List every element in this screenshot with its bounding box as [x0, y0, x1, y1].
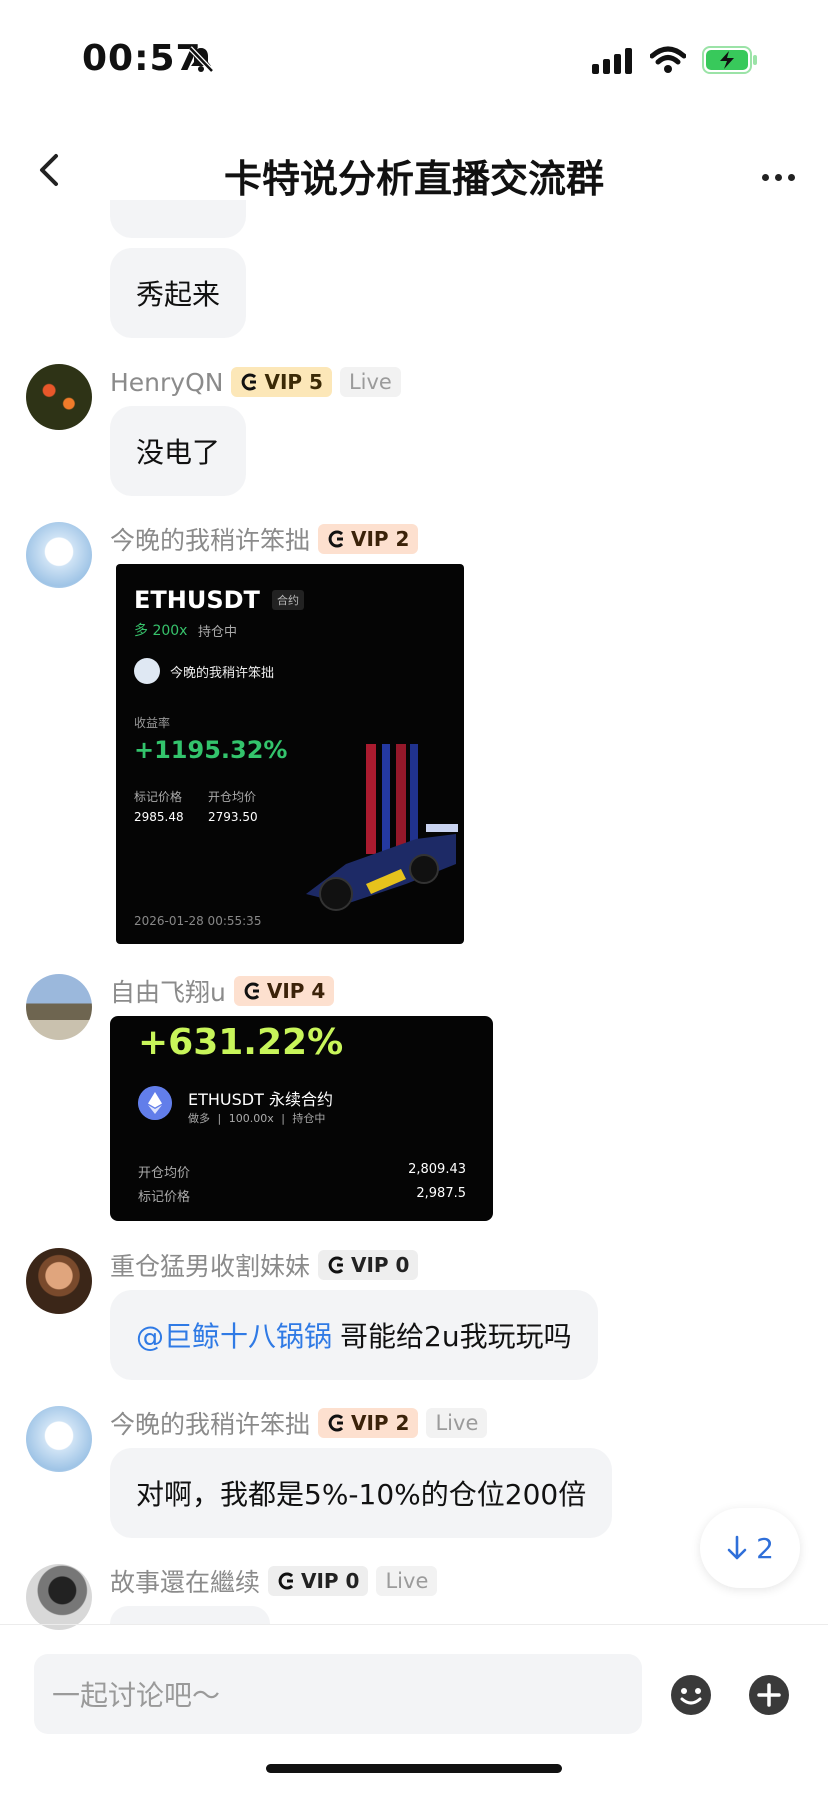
vip-badge: VIP 0: [318, 1250, 419, 1280]
sender-name[interactable]: 今晚的我稍许笨拙: [110, 1405, 310, 1441]
vip-badge: VIP 2: [318, 524, 419, 554]
sender-name[interactable]: 故事還在繼续: [110, 1563, 260, 1599]
status-time: 00:57: [82, 38, 202, 79]
position-share-card[interactable]: ETHUSDT 合约 多 200x 持仓中 今晚的我稍许笨拙 收益率 +1195…: [116, 564, 464, 944]
sender-name[interactable]: HenryQN: [110, 368, 223, 397]
vip-badge: VIP 0: [268, 1566, 369, 1596]
chat-title: 卡特说分析直播交流群: [223, 157, 604, 201]
vip-badge: VIP 5: [231, 367, 332, 397]
avatar[interactable]: [26, 364, 92, 430]
message-text: 秀起来: [136, 278, 221, 311]
vip-logo-icon: [278, 1572, 294, 1590]
vip-logo-icon: [328, 1414, 344, 1432]
mark-price-value: 2,987.5: [416, 1186, 466, 1201]
roi-value: +631.22%: [138, 1022, 344, 1063]
sender-row: 今晚的我稍许笨拙 VIP 2: [110, 521, 419, 557]
card-pair: ETHUSDT: [134, 586, 260, 614]
message-bubble-partial: [110, 1606, 270, 1624]
message-text: 哥能给2u我玩玩吗: [340, 1320, 572, 1353]
mention-link[interactable]: @巨鲸十八锅锅: [136, 1315, 332, 1355]
card-timestamp: 2026-01-28 00:55:35: [134, 914, 262, 928]
arrow-down-icon: [727, 1535, 747, 1560]
input-placeholder: 一起讨论吧～: [52, 1679, 221, 1712]
position-share-card[interactable]: +631.22% ETHUSDT 永续合约 做多 | 100.00x | 持仓中…: [110, 1016, 493, 1221]
home-indicator: [266, 1764, 562, 1773]
live-badge: Live: [426, 1408, 488, 1438]
bell-muted-icon: [188, 46, 214, 73]
vip-logo-icon: [328, 1256, 344, 1274]
message-text: 对啊，我都是5%-10%的仓位200倍: [136, 1478, 587, 1511]
card-user-avatar: [134, 658, 160, 684]
divider: [0, 1624, 828, 1625]
open-price-label: 开仓均价: [138, 1166, 191, 1181]
battery-charging-icon: [702, 46, 757, 74]
message-input[interactable]: 一起讨论吧～: [34, 1654, 642, 1734]
wifi-icon: [650, 46, 686, 73]
sender-name[interactable]: 自由飞翔u: [110, 973, 226, 1009]
open-price-value: 2,809.43: [408, 1162, 466, 1177]
previous-message-bubble: [110, 200, 246, 238]
live-badge: Live: [339, 367, 401, 397]
avatar[interactable]: [26, 522, 92, 588]
sender-row: 故事還在繼续 VIP 0 Live: [110, 1563, 438, 1599]
leverage-label: 多 200x: [134, 623, 188, 639]
holding-label: 持仓中: [198, 625, 238, 640]
sender-name[interactable]: 今晚的我稍许笨拙: [110, 521, 310, 557]
vip-badge: VIP 4: [233, 976, 335, 1006]
open-price-value: 2793.50: [208, 810, 258, 824]
vip-logo-icon: [242, 373, 257, 391]
sender-row: 今晚的我稍许笨拙 VIP 2 Live: [110, 1405, 488, 1441]
new-messages-button[interactable]: 2: [700, 1508, 800, 1588]
card-pair: ETHUSDT 永续合约: [188, 1090, 333, 1109]
avatar[interactable]: [26, 1248, 92, 1314]
cellular-signal-icon: [592, 48, 632, 74]
vip-badge: VIP 2: [318, 1408, 419, 1438]
open-price-label: 开仓均价: [208, 790, 257, 804]
contract-tag: 合约: [272, 590, 304, 610]
sender-name[interactable]: 重仓猛男收割妹妹: [110, 1247, 310, 1283]
message-bubble: 没电了: [110, 406, 247, 496]
sender-row: HenryQN VIP 5 Live: [110, 365, 401, 399]
card-user-name: 今晚的我稍许笨拙: [170, 666, 275, 681]
avatar[interactable]: [26, 1564, 92, 1630]
more-options-icon[interactable]: [762, 166, 801, 185]
message-bubble: 秀起来: [110, 248, 247, 338]
message-text: 没电了: [136, 436, 221, 469]
new-messages-count: 2: [756, 1531, 774, 1565]
position-details: 做多 | 100.00x | 持仓中: [188, 1112, 326, 1125]
emoji-icon[interactable]: [670, 1674, 712, 1716]
ethereum-icon: [138, 1086, 172, 1120]
sender-row: 自由飞翔u VIP 4: [110, 973, 335, 1009]
race-car-image: [306, 744, 458, 911]
live-badge: Live: [376, 1566, 438, 1596]
message-bubble: 对啊，我都是5%-10%的仓位200倍: [110, 1448, 613, 1538]
mark-price-row: 标记价格 2,987.5: [138, 1186, 466, 1205]
mark-price-value: 2985.48: [134, 810, 184, 824]
mark-price-label: 标记价格: [134, 790, 183, 804]
roi-value: +1195.32%: [134, 736, 288, 764]
avatar[interactable]: [26, 1406, 92, 1472]
plus-icon[interactable]: [748, 1674, 790, 1716]
roi-label: 收益率: [134, 716, 171, 730]
vip-logo-icon: [244, 982, 259, 1000]
vip-logo-icon: [328, 530, 344, 548]
sender-row: 重仓猛男收割妹妹 VIP 0: [110, 1247, 419, 1283]
message-bubble: @巨鲸十八锅锅 哥能给2u我玩玩吗: [110, 1290, 598, 1380]
avatar[interactable]: [26, 974, 92, 1040]
open-price-row: 开仓均价 2,809.43: [138, 1162, 466, 1181]
mark-price-label: 标记价格: [138, 1190, 191, 1205]
